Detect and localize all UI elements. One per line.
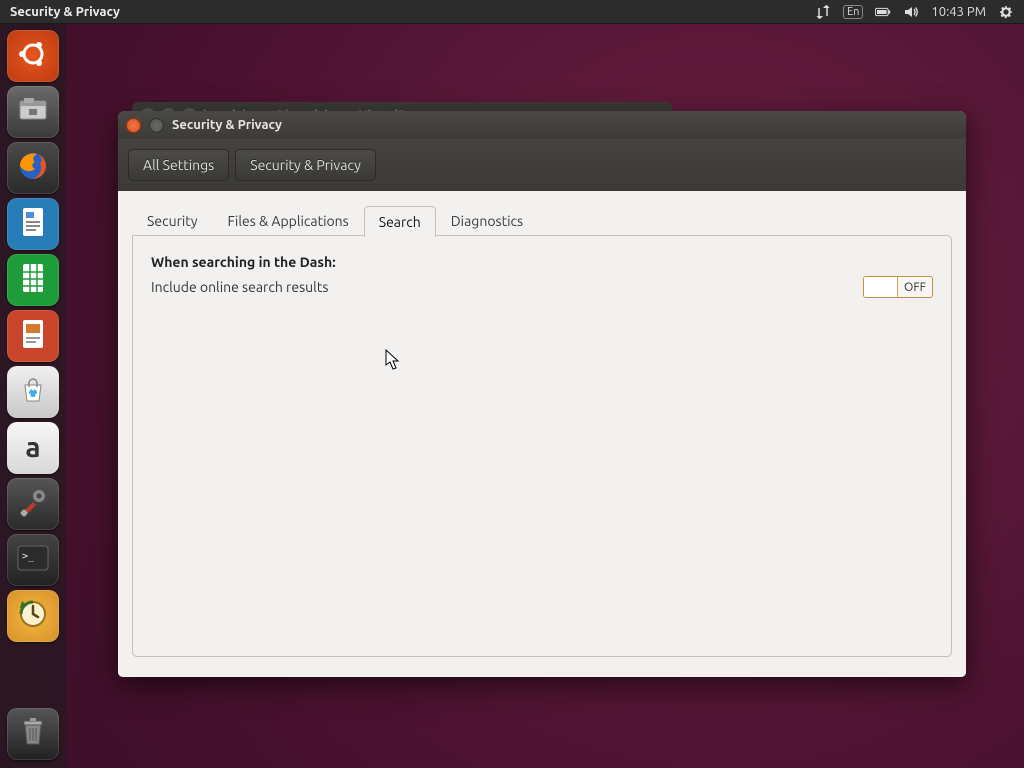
gear-icon — [998, 4, 1014, 20]
settings-window: Security & Privacy All Settings Security… — [118, 111, 966, 677]
launcher-system-settings[interactable] — [7, 478, 59, 530]
active-app-title: Security & Privacy — [0, 5, 130, 19]
launcher-dash[interactable] — [7, 30, 59, 82]
window-title: Security & Privacy — [172, 118, 282, 132]
launcher-writer[interactable] — [7, 198, 59, 250]
top-menu-bar: Security & Privacy En 10:43 PM — [0, 0, 1024, 24]
online-results-label: Include online search results — [151, 279, 328, 295]
window-minimize-button[interactable] — [149, 118, 164, 133]
session-indicator[interactable] — [998, 4, 1014, 20]
all-settings-button[interactable]: All Settings — [128, 149, 229, 181]
sound-indicator[interactable] — [903, 4, 919, 20]
launcher-amazon[interactable]: a — [7, 422, 59, 474]
window-close-button[interactable] — [126, 118, 141, 133]
search-panel: When searching in the Dash: Include onli… — [132, 235, 952, 657]
window-body: Security Files & Applications Search Dia… — [118, 191, 966, 677]
ubuntu-logo-icon — [16, 37, 50, 75]
file-manager-icon — [16, 95, 50, 129]
document-icon — [18, 205, 48, 243]
breadcrumb-current[interactable]: Security & Privacy — [235, 149, 376, 181]
tab-files-applications[interactable]: Files & Applications — [213, 205, 364, 236]
terminal-icon: >_ — [16, 544, 50, 576]
svg-text:>_: >_ — [22, 551, 35, 562]
toggle-state-text: OFF — [898, 281, 932, 294]
settings-tabs: Security Files & Applications Search Dia… — [132, 205, 952, 236]
launcher-software-center[interactable] — [7, 366, 59, 418]
tab-search[interactable]: Search — [364, 206, 436, 237]
launcher-trash[interactable] — [7, 708, 59, 760]
launcher-backups[interactable] — [7, 590, 59, 642]
keyboard-indicator[interactable]: En — [843, 5, 863, 19]
online-results-row: Include online search results OFF — [151, 276, 933, 298]
firefox-icon — [15, 148, 51, 188]
shopping-bag-icon — [18, 375, 48, 409]
online-results-toggle[interactable]: OFF — [863, 276, 933, 298]
window-titlebar[interactable]: Security & Privacy — [118, 111, 966, 139]
wrench-gear-icon — [17, 486, 49, 522]
search-panel-heading: When searching in the Dash: — [151, 254, 933, 270]
presentation-icon — [18, 317, 48, 355]
tab-security[interactable]: Security — [132, 205, 213, 236]
launcher-calc[interactable] — [7, 254, 59, 306]
settings-toolbar: All Settings Security & Privacy — [118, 139, 966, 191]
network-updown-icon — [815, 4, 831, 20]
amazon-icon: a — [25, 434, 40, 462]
trash-icon — [19, 716, 47, 752]
clock-restore-icon — [16, 597, 50, 635]
language-badge: En — [843, 5, 863, 19]
toggle-knob — [864, 277, 898, 297]
unity-launcher: a >_ — [0, 24, 66, 768]
battery-indicator[interactable] — [875, 4, 891, 20]
spreadsheet-icon — [18, 261, 48, 299]
tab-diagnostics[interactable]: Diagnostics — [436, 205, 538, 236]
network-indicator[interactable] — [815, 4, 831, 20]
battery-icon — [875, 4, 891, 20]
clock[interactable]: 10:43 PM — [931, 5, 986, 19]
launcher-terminal[interactable]: >_ — [7, 534, 59, 586]
launcher-firefox[interactable] — [7, 142, 59, 194]
system-tray: En 10:43 PM — [815, 4, 1024, 20]
launcher-trash-area — [7, 708, 59, 768]
volume-icon — [903, 4, 919, 20]
launcher-files[interactable] — [7, 86, 59, 138]
launcher-impress[interactable] — [7, 310, 59, 362]
